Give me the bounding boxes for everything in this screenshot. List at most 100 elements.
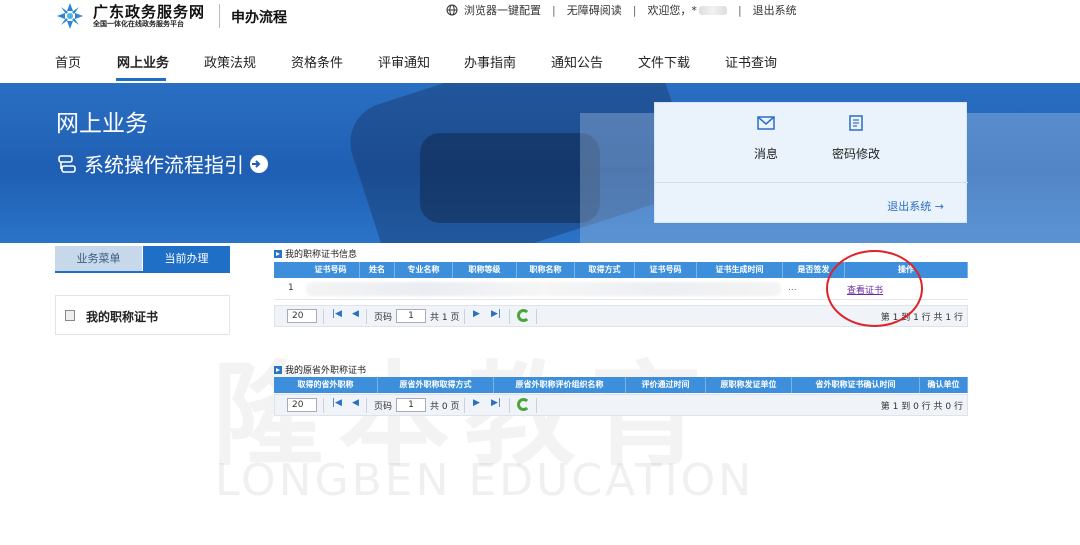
tab-business-menu[interactable]: 业务菜单	[55, 246, 142, 271]
sidebar-item-my-certificate[interactable]: 我的职称证书	[55, 295, 230, 335]
highlight-circle	[826, 250, 923, 327]
nav-item-guide[interactable]: 办事指南	[464, 52, 516, 71]
globe-icon	[446, 4, 458, 16]
column-header: 确认单位	[920, 377, 968, 393]
main-nav: 首页 网上业务 政策法规 资格条件 评审通知 办事指南 通知公告 文件下载 证书…	[0, 40, 1080, 83]
panel-logout-link[interactable]: 退出系统 →	[887, 198, 944, 214]
browser-config-link[interactable]: 浏览器一键配置	[464, 2, 541, 18]
pager-separator	[509, 309, 510, 324]
column-header: 省外职称证书确认时间	[792, 377, 920, 393]
external-pager: 20 |◀ ◀ 页码 1 共 0 页 ▶ ▶| 第 1 到 0 行 共 0 行	[274, 394, 968, 416]
column-header: 证书号码	[635, 262, 697, 278]
column-header: 证书生成时间	[697, 262, 783, 278]
total-pages: 共 0 页	[430, 402, 460, 412]
messages-button[interactable]: 消息	[731, 115, 801, 162]
brand-divider	[219, 4, 220, 28]
column-header: 取得的省外职称	[274, 377, 378, 393]
link-separator: |	[632, 3, 637, 17]
masked-username	[698, 5, 727, 15]
page-number-input[interactable]: 1	[396, 398, 426, 412]
guide-link[interactable]: 系统操作流程指引	[56, 149, 268, 178]
nav-item-cert-query[interactable]: 证书查询	[725, 52, 777, 71]
prev-page-button[interactable]: ◀	[352, 398, 359, 408]
top-links: 浏览器一键配置 | 无障碍阅读 | 欢迎您，* | 退出系统	[446, 2, 797, 18]
nav-item-announcements[interactable]: 通知公告	[551, 52, 603, 71]
column-header: 取得方式	[575, 262, 635, 278]
nav-item-review-notice[interactable]: 评审通知	[378, 52, 430, 71]
link-separator: |	[552, 3, 556, 17]
column-header: 原省外职称评价组织名称	[494, 377, 626, 393]
first-page-button[interactable]: |◀	[332, 398, 342, 408]
nav-item-online-business[interactable]: 网上业务	[117, 52, 169, 71]
watermark-en: LONGBEN EDUCATION	[215, 455, 755, 506]
pager-separator	[323, 309, 324, 324]
cert-grid-title-text: 我的职称证书信息	[285, 250, 358, 260]
page-size-select[interactable]: 20	[287, 309, 317, 323]
accessible-reading-link[interactable]: 无障碍阅读	[567, 2, 622, 18]
bullet-icon	[274, 249, 282, 258]
refresh-icon[interactable]	[517, 309, 530, 322]
pager-separator	[536, 309, 537, 324]
row-number: 1	[288, 283, 294, 293]
prev-page-button[interactable]: ◀	[352, 309, 359, 319]
next-page-button[interactable]: ▶	[473, 398, 480, 408]
pager-separator	[366, 309, 367, 324]
redacted-cells	[306, 282, 781, 296]
pager-separator	[464, 309, 465, 324]
panel-divider	[655, 182, 968, 183]
external-grid-title: 我的原省外职称证书	[274, 363, 366, 376]
last-page-button[interactable]: ▶|	[491, 398, 501, 408]
user-panel: 消息 密码修改 退出系统 →	[654, 102, 968, 223]
logout-link[interactable]: 退出系统	[753, 2, 797, 18]
page-size-select[interactable]: 20	[287, 398, 317, 412]
page-number-input[interactable]: 1	[396, 309, 426, 323]
pager-separator	[536, 398, 537, 413]
signed-status: ...	[788, 283, 797, 293]
nav-active-indicator	[116, 78, 166, 81]
messages-label: 消息	[753, 147, 778, 161]
column-header: 职称名称	[517, 262, 575, 278]
tab-underline	[55, 271, 230, 273]
nav-item-home[interactable]: 首页	[55, 52, 81, 71]
document-icon	[65, 310, 75, 321]
guide-icon	[58, 154, 76, 173]
pager-separator	[509, 398, 510, 413]
mail-icon	[757, 116, 775, 130]
change-password-label: 密码修改	[831, 147, 880, 161]
page-label: 页码	[374, 402, 393, 412]
pager-info: 第 1 到 0 行 共 0 行	[880, 402, 963, 412]
logo-icon	[57, 3, 83, 29]
column-header: 职称等级	[453, 262, 517, 278]
cert-grid-title: 我的职称证书信息	[274, 247, 357, 260]
column-header: 专业名称	[395, 262, 453, 278]
sidebar-item-label: 我的职称证书	[86, 310, 159, 324]
nav-item-policies[interactable]: 政策法规	[204, 52, 256, 71]
password-icon	[849, 115, 863, 131]
tab-current-handling[interactable]: 当前办理	[143, 246, 230, 271]
nav-item-qualifications[interactable]: 资格条件	[291, 52, 343, 71]
guide-label: 系统操作流程指引	[84, 153, 244, 177]
sidebar-tabs: 业务菜单 当前办理	[55, 246, 230, 273]
total-pages: 共 1 页	[430, 313, 460, 323]
pager-separator	[323, 398, 324, 413]
welcome-text: 欢迎您，*	[647, 4, 697, 17]
top-bar: 广东政务服务网 全国一体化在线政务服务平台 申办流程 浏览器一键配置 | 无障碍…	[0, 0, 1080, 40]
page-label: 页码	[374, 313, 393, 323]
last-page-button[interactable]: ▶|	[491, 309, 501, 319]
column-header: 原职称发证单位	[706, 377, 792, 393]
column-header: 证书号码	[302, 262, 360, 278]
column-header: 原省外职称取得方式	[378, 377, 494, 393]
change-password-button[interactable]: 密码修改	[821, 115, 891, 162]
next-page-button[interactable]: ▶	[473, 309, 480, 319]
external-grid-title-text: 我的原省外职称证书	[285, 366, 367, 376]
banner-decoration	[420, 133, 600, 223]
first-page-button[interactable]: |◀	[332, 309, 342, 319]
banner-title: 网上业务	[56, 111, 148, 137]
bullet-icon	[274, 365, 282, 374]
external-grid-header: 取得的省外职称 原省外职称取得方式 原省外职称评价组织名称 评价通过时间 原职称…	[274, 377, 968, 393]
system-name: 申办流程	[231, 10, 287, 26]
nav-item-downloads[interactable]: 文件下载	[638, 52, 690, 71]
refresh-icon[interactable]	[517, 398, 530, 411]
column-header: 姓名	[360, 262, 395, 278]
link-separator: |	[737, 3, 742, 17]
